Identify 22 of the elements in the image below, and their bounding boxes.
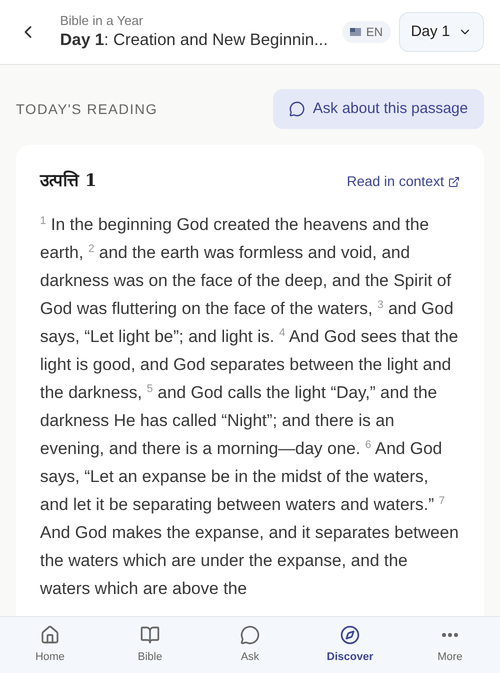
- compass-icon: [340, 624, 360, 645]
- day-title: Day 1: Creation and New Beginnin...: [60, 30, 329, 51]
- passage-text: $^{1}$ In the beginning God created the heavens and the earth, $^{2}$ and the earth was formless and void, and darkness was on the face of the deep, and the Spirit of God was fluttering on the face of the waters, $^{3}$ and God says, “Let light be”; and light is. $^{4}$ And God sees that the light is good, and God separates between the light and the darkness, $^{5}$ and God calls the light “Day,” and the darkness He has called “Night”; and there is an evening, and there is a morning—day one. $^{6}$ And God says, “Let an expanse be in the midst of the waters, and let it be separating between waters and waters.” $^{7}$ And God makes the expanse, and it separates between the waters which are under the expanse, and the waters which are above the: [40, 214, 460, 600]
- nav-tab[interactable]: More: [400, 617, 500, 673]
- ask-button[interactable]: Ask about this passage: [272, 89, 484, 129]
- language-badge[interactable]: EN: [342, 21, 391, 43]
- read-in-context-link[interactable]: Read in context: [346, 171, 460, 192]
- nav-tab[interactable]: Discover: [300, 617, 400, 673]
- section-heading: TODAY'S READING: [16, 100, 158, 118]
- home-icon: [40, 624, 60, 645]
- external-link-icon: [448, 176, 460, 188]
- plan-subtitle: Bible in a Year: [60, 13, 144, 29]
- flag-icon: [350, 28, 362, 36]
- chapter-title: उत्पत्ति 1: [40, 170, 97, 193]
- chat-bubble-icon: [288, 101, 305, 117]
- chat-bubble-icon: [240, 624, 260, 645]
- book-icon: [140, 624, 160, 645]
- day-select[interactable]: Day 1: [398, 12, 484, 52]
- nav-tab[interactable]: Ask: [200, 617, 300, 673]
- nav-tab[interactable]: Home: [0, 617, 100, 673]
- more-icon: [442, 632, 458, 637]
- nav-tab[interactable]: Bible: [100, 617, 200, 673]
